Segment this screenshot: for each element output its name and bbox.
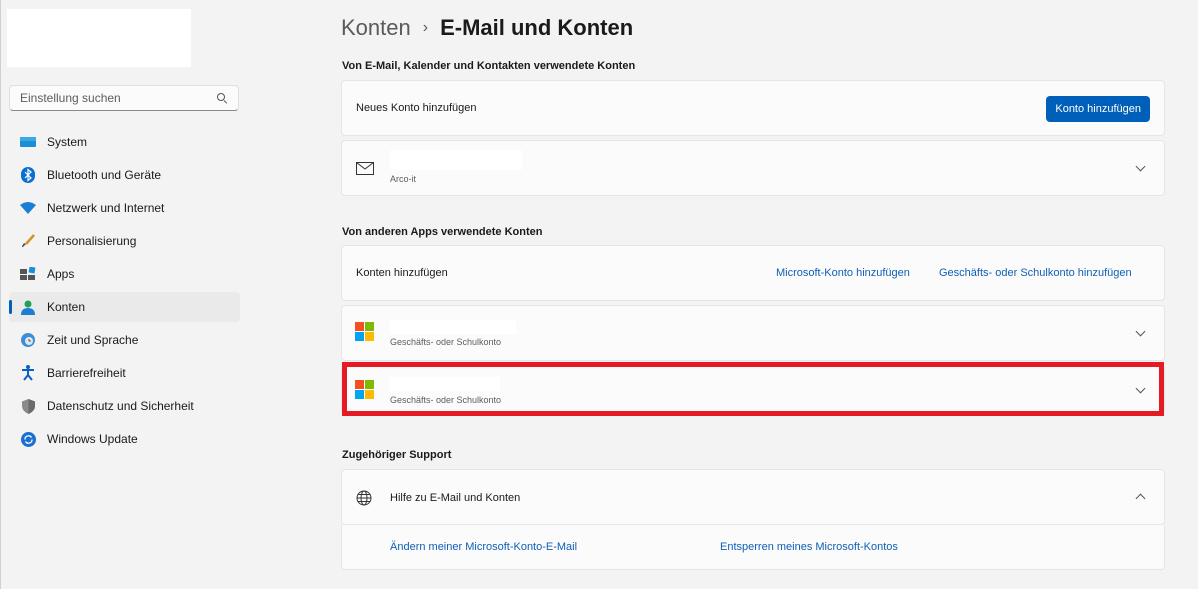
- mail-icon: [356, 162, 374, 180]
- sidebar-item-label: Konten: [47, 300, 86, 314]
- chevron-up-icon[interactable]: [1135, 493, 1146, 504]
- email-account-card[interactable]: Arco-it: [341, 140, 1165, 196]
- unlock-ms-account-link[interactable]: Entsperren meines Microsoft-Kontos: [720, 541, 898, 553]
- sidebar: System Bluetooth und Geräte Netzwerk und…: [1, 0, 251, 589]
- account-subtitle: Arco-it: [390, 174, 417, 184]
- add-accounts-label: Konten hinzufügen: [356, 267, 448, 279]
- wifi-icon: [20, 200, 36, 216]
- breadcrumb: Konten › E-Mail und Konten: [341, 15, 633, 41]
- sidebar-item-label: Personalisierung: [47, 234, 137, 248]
- sidebar-nav: System Bluetooth und Geräte Netzwerk und…: [9, 127, 240, 457]
- sidebar-item-apps[interactable]: Apps: [9, 259, 240, 289]
- redacted-account-name: [390, 320, 516, 334]
- add-other-accounts-card: Konten hinzufügen Microsoft-Konto hinzuf…: [341, 245, 1165, 301]
- section-title-email-accounts: Von E-Mail, Kalender und Kontakten verwe…: [342, 60, 636, 72]
- globe-icon: [356, 490, 372, 511]
- person-icon: [20, 299, 36, 315]
- sidebar-item-windows-update[interactable]: Windows Update: [9, 424, 240, 454]
- section-title-support: Zugehöriger Support: [342, 449, 452, 461]
- sidebar-item-label: Netzwerk und Internet: [47, 201, 165, 215]
- sidebar-item-privacy-security[interactable]: Datenschutz und Sicherheit: [9, 391, 240, 421]
- add-microsoft-account-link[interactable]: Microsoft-Konto hinzufügen: [776, 267, 910, 279]
- search-box[interactable]: [9, 85, 239, 111]
- chevron-down-icon[interactable]: [1135, 326, 1146, 337]
- bluetooth-icon: [20, 167, 36, 183]
- globe-clock-icon: [20, 332, 36, 348]
- breadcrumb-parent[interactable]: Konten: [341, 15, 411, 41]
- microsoft-logo-icon: [355, 322, 374, 341]
- shield-icon: [20, 398, 36, 414]
- work-account-card-1[interactable]: Geschäfts- oder Schulkonto: [341, 305, 1165, 361]
- page-title: E-Mail und Konten: [440, 15, 634, 40]
- sidebar-item-label: Datenschutz und Sicherheit: [47, 399, 194, 413]
- help-links-panel: Ändern meiner Microsoft-Konto-E-Mail Ent…: [341, 525, 1165, 570]
- sidebar-item-accounts[interactable]: Konten: [9, 292, 240, 322]
- sidebar-item-label: Barrierefreiheit: [47, 366, 126, 380]
- sidebar-item-label: Apps: [47, 267, 75, 281]
- sidebar-item-personalization[interactable]: Personalisierung: [9, 226, 240, 256]
- search-input[interactable]: [20, 91, 216, 105]
- sidebar-item-time-language[interactable]: Zeit und Sprache: [9, 325, 240, 355]
- breadcrumb-separator: ›: [422, 19, 429, 36]
- brush-icon: [20, 233, 36, 249]
- account-subtitle: Geschäfts- oder Schulkonto: [390, 337, 502, 347]
- add-email-account-card: Neues Konto hinzufügen Konto hinzufügen: [341, 80, 1165, 136]
- accessibility-icon: [20, 365, 36, 381]
- search-icon[interactable]: [216, 92, 228, 104]
- chevron-down-icon[interactable]: [1135, 161, 1146, 172]
- sidebar-item-label: System: [47, 135, 88, 149]
- highlight-box: [342, 362, 1164, 416]
- help-email-accounts-card[interactable]: Hilfe zu E-Mail und Konten: [341, 469, 1165, 525]
- add-work-school-account-link[interactable]: Geschäfts- oder Schulkonto hinzufügen: [939, 267, 1132, 279]
- sidebar-item-label: Bluetooth und Geräte: [47, 168, 162, 182]
- monitor-icon: [20, 134, 36, 150]
- help-label: Hilfe zu E-Mail und Konten: [390, 492, 521, 504]
- sidebar-item-bluetooth[interactable]: Bluetooth und Geräte: [9, 160, 240, 190]
- sidebar-item-network[interactable]: Netzwerk und Internet: [9, 193, 240, 223]
- add-account-button[interactable]: Konto hinzufügen: [1046, 96, 1150, 122]
- sidebar-item-label: Zeit und Sprache: [47, 333, 139, 347]
- sidebar-item-label: Windows Update: [47, 432, 138, 446]
- apps-icon: [20, 266, 36, 282]
- change-ms-account-email-link[interactable]: Ändern meiner Microsoft-Konto-E-Mail: [390, 541, 577, 553]
- sidebar-item-system[interactable]: System: [9, 127, 240, 157]
- update-icon: [20, 431, 36, 447]
- sidebar-item-accessibility[interactable]: Barrierefreiheit: [9, 358, 240, 388]
- section-title-other-apps: Von anderen Apps verwendete Konten: [342, 226, 543, 238]
- add-account-label: Neues Konto hinzufügen: [356, 102, 477, 114]
- redacted-account-name: [390, 150, 522, 170]
- profile-area[interactable]: [7, 9, 191, 67]
